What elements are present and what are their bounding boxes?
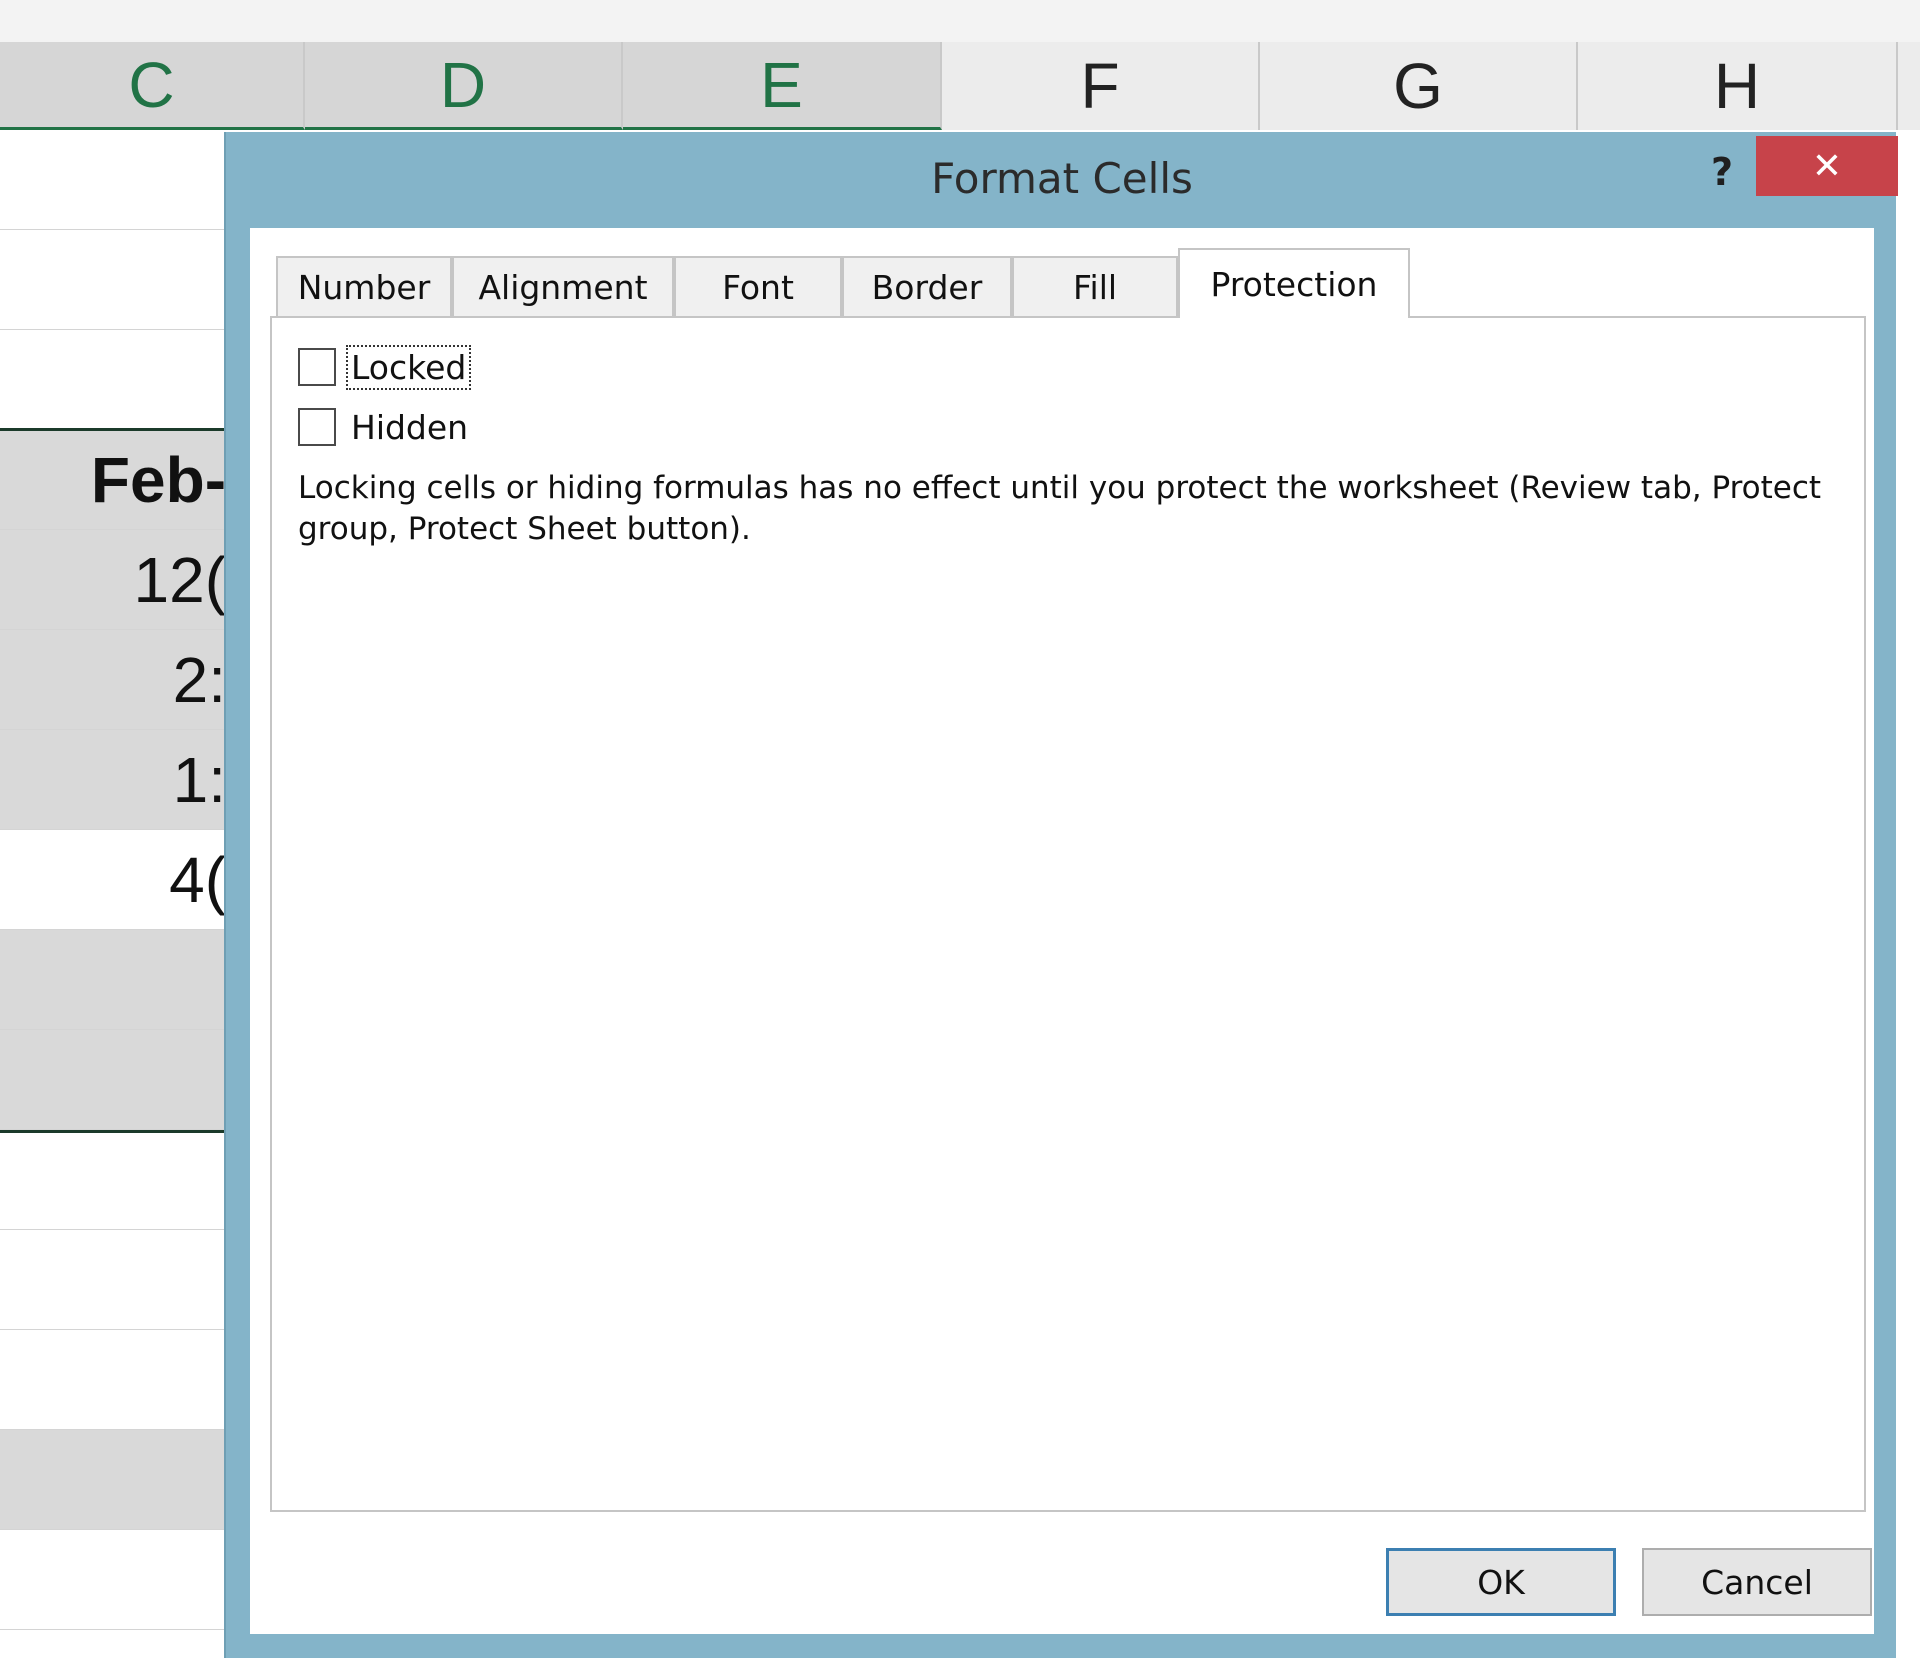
- formula-bar-strip: [0, 0, 1920, 43]
- close-icon: ✕: [1811, 145, 1843, 187]
- cell[interactable]: [0, 1330, 240, 1430]
- column-header-d[interactable]: D: [305, 42, 623, 130]
- cell[interactable]: [0, 1130, 240, 1230]
- locked-option[interactable]: Locked: [298, 344, 472, 390]
- cell[interactable]: [0, 330, 240, 430]
- protection-info-text: Locking cells or hiding formulas has no …: [298, 470, 1822, 547]
- tab-protection[interactable]: Protection: [1178, 248, 1410, 318]
- tab-font[interactable]: Font: [674, 256, 842, 316]
- cell[interactable]: [0, 930, 240, 1030]
- selection-border-bottom: [0, 1130, 240, 1133]
- tab-border[interactable]: Border: [842, 256, 1012, 316]
- cell-column: Feb- 12( 2: 1: 4(: [0, 130, 240, 1658]
- protection-panel: Locked Hidden Locking cells or hiding fo…: [270, 316, 1866, 1512]
- cell[interactable]: [0, 1430, 240, 1530]
- cell[interactable]: 1:: [0, 730, 240, 830]
- cell[interactable]: [0, 1530, 240, 1630]
- ok-button[interactable]: OK: [1386, 1548, 1616, 1616]
- dialog-title: Format Cells: [931, 154, 1193, 203]
- close-button[interactable]: ✕: [1756, 136, 1898, 196]
- column-header-f[interactable]: F: [942, 42, 1260, 130]
- tab-number[interactable]: Number: [276, 256, 452, 316]
- cell[interactable]: 2:: [0, 630, 240, 730]
- cell[interactable]: 12(: [0, 530, 240, 630]
- tab-fill[interactable]: Fill: [1012, 256, 1178, 316]
- tab-alignment[interactable]: Alignment: [452, 256, 674, 316]
- format-cells-dialog: Format Cells ? ✕ Number Alignment Font B…: [224, 132, 1898, 1658]
- cell-header-feb[interactable]: Feb-: [0, 430, 240, 530]
- cell[interactable]: [0, 130, 240, 230]
- hidden-label[interactable]: Hidden: [348, 407, 471, 448]
- column-header-c[interactable]: C: [0, 42, 305, 130]
- column-header-g[interactable]: G: [1260, 42, 1578, 130]
- hidden-checkbox[interactable]: [298, 408, 336, 446]
- cancel-button[interactable]: Cancel: [1642, 1548, 1872, 1616]
- dialog-body: Number Alignment Font Border Fill Protec…: [250, 228, 1874, 1634]
- cell[interactable]: [0, 1230, 240, 1330]
- locked-label[interactable]: Locked: [345, 344, 472, 390]
- cell[interactable]: [0, 230, 240, 330]
- help-icon[interactable]: ?: [1700, 142, 1744, 202]
- cell[interactable]: [0, 1030, 240, 1130]
- column-header-e[interactable]: E: [623, 42, 942, 130]
- cell[interactable]: 4(: [0, 830, 240, 930]
- selection-border-top: [0, 428, 240, 431]
- screen: C D E F G H Feb- 12( 2: 1: 4( Format Cel…: [0, 0, 1920, 1658]
- column-header-h[interactable]: H: [1578, 42, 1898, 130]
- column-headers: C D E F G H: [0, 42, 1920, 130]
- hidden-option[interactable]: Hidden: [298, 404, 471, 450]
- locked-checkbox[interactable]: [298, 348, 336, 386]
